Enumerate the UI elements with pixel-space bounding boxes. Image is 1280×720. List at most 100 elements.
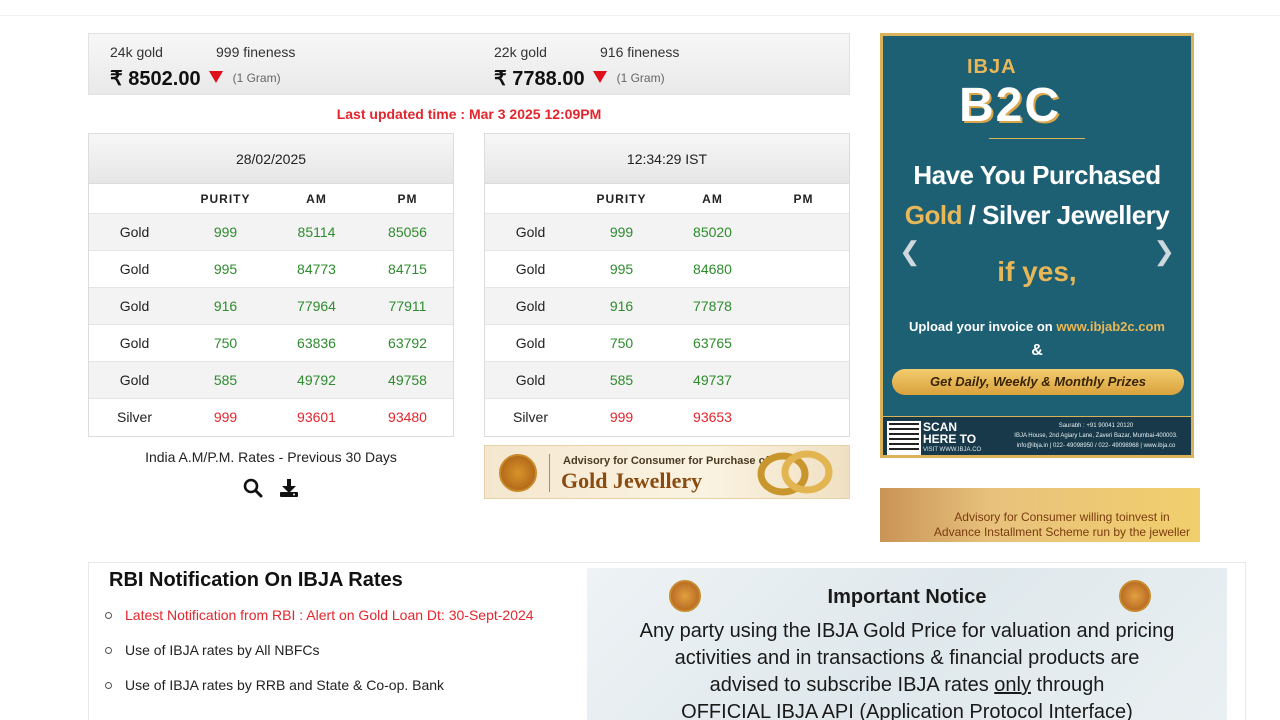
rate-table-previous: 28/02/2025 PURITY AM PM Gold 999 85114 8505… bbox=[88, 133, 454, 437]
table-row: Gold 750 63765 bbox=[485, 325, 849, 362]
cell-metal: Gold bbox=[515, 298, 546, 314]
carousel-prev-icon[interactable]: ❮ bbox=[899, 236, 921, 267]
price-22k: 22k gold 916 fineness ₹ 7788.00 (1 Gram) bbox=[494, 44, 679, 90]
column-pm: PM bbox=[793, 192, 814, 206]
ad-headline-2: Gold / Silver Jewellery bbox=[883, 200, 1191, 231]
rbi-item-gold-loan-alert[interactable]: Latest Notification from RBI : Alert on … bbox=[105, 607, 534, 642]
cell-am: 63765 bbox=[693, 335, 732, 351]
cell-metal: Gold bbox=[119, 335, 150, 351]
ad-scan-2: HERE TO bbox=[923, 432, 977, 446]
ad-headline-rest: / Silver Jewellery bbox=[961, 200, 1170, 230]
cell-am: 85020 bbox=[693, 224, 732, 240]
notice-body: Any party using the IBJA Gold Price for … bbox=[617, 618, 1197, 720]
notice-title: Important Notice bbox=[827, 586, 987, 608]
cell-purity: 585 bbox=[213, 372, 238, 388]
cell-pm bbox=[758, 325, 849, 361]
cell-metal: Gold bbox=[515, 335, 546, 351]
advisory-installment-banner[interactable]: Advisory for Consumer willing toinvest i… bbox=[880, 488, 1200, 542]
gold-rings-icon bbox=[749, 446, 839, 498]
price-down-icon bbox=[592, 71, 607, 83]
table-row: Gold 995 84680 bbox=[485, 251, 849, 288]
cell-metal: Silver bbox=[512, 409, 548, 425]
cell-metal: Gold bbox=[119, 372, 150, 388]
cell-pm bbox=[758, 214, 849, 250]
cell-pm bbox=[758, 251, 849, 287]
column-am: AM bbox=[306, 192, 327, 206]
cell-am: 84680 bbox=[693, 261, 732, 277]
notice-line4: OFFICIAL IBJA API (Application Protocol … bbox=[681, 701, 1133, 720]
table-column-headers: PURITY AM PM bbox=[485, 184, 849, 214]
cell-purity: 916 bbox=[609, 298, 634, 314]
table-time-header: 12:34:29 IST bbox=[485, 134, 849, 184]
cell-purity: 995 bbox=[213, 261, 238, 277]
table-row: Gold 916 77964 77911 bbox=[89, 288, 453, 325]
cell-pm bbox=[758, 288, 849, 324]
advisory-line1: Advisory for Consumer willing toinvest i… bbox=[954, 510, 1170, 524]
rbi-item-rrb-banks[interactable]: Use of IBJA rates by RRB and State & Co-… bbox=[105, 677, 534, 712]
cell-purity: 750 bbox=[213, 335, 238, 351]
ad-upload-url: www.ibjab2c.com bbox=[1056, 319, 1165, 334]
ad-upload-text: Upload your invoice on www.ibjab2c.com bbox=[883, 319, 1191, 334]
cell-pm bbox=[758, 362, 849, 398]
cell-am: 84773 bbox=[297, 261, 336, 277]
cell-am: 49737 bbox=[693, 372, 732, 388]
ibja-b2c-ad[interactable]: IBJA B2C Have You Purchased Gold / Silve… bbox=[880, 33, 1194, 458]
search-icon[interactable] bbox=[243, 478, 263, 498]
cell-purity: 585 bbox=[609, 372, 634, 388]
column-metal bbox=[89, 184, 180, 213]
price-unit: (1 Gram) bbox=[232, 71, 281, 85]
cell-am: 85114 bbox=[297, 224, 336, 240]
top-divider bbox=[0, 0, 1280, 16]
cell-am: 93653 bbox=[693, 409, 732, 425]
cell-metal: Gold bbox=[515, 261, 546, 277]
cell-am: 49792 bbox=[297, 372, 336, 388]
cell-purity: 999 bbox=[609, 224, 634, 240]
ibja-seal-icon bbox=[499, 454, 537, 492]
banner-divider bbox=[549, 454, 550, 492]
ad-headline-gold: Gold bbox=[904, 200, 963, 230]
notice-line3: advised to subscribe IBJA rates only thr… bbox=[617, 672, 1197, 699]
notice-line2: activities and in transactions & financi… bbox=[674, 647, 1140, 669]
cell-purity: 916 bbox=[213, 298, 238, 314]
important-notice-banner: Important Notice Any party using the IBJ… bbox=[587, 568, 1227, 720]
advisory-line1: Advisory for Consumer for Purchase of bbox=[563, 455, 769, 467]
rbi-title: RBI Notification On IBJA Rates bbox=[109, 569, 403, 591]
ad-logo-top: IBJA bbox=[967, 56, 1017, 78]
cell-pm bbox=[758, 399, 849, 436]
advisory-line2: Gold Jewellery bbox=[561, 468, 703, 493]
rbi-item-nbfcs[interactable]: Use of IBJA rates by All NBFCs bbox=[105, 642, 534, 677]
price-amount: ₹ 8502.00 bbox=[110, 68, 201, 90]
notice-line1: Any party using the IBJA Gold Price for … bbox=[639, 620, 1175, 642]
table-row: Silver 999 93601 93480 bbox=[89, 399, 453, 436]
ad-rule bbox=[989, 138, 1085, 139]
advisory-jewellery-banner[interactable]: Advisory for Consumer for Purchase of Go… bbox=[484, 445, 850, 499]
ad-prizes-pill: Get Daily, Weekly & Monthly Prizes bbox=[892, 369, 1184, 395]
table-rows: Gold 999 85114 85056 Gold 995 84773 84715 Gold… bbox=[89, 214, 453, 436]
table-row: Silver 999 93653 bbox=[485, 399, 849, 436]
table-row: Gold 585 49792 49758 bbox=[89, 362, 453, 399]
column-purity: PURITY bbox=[596, 192, 647, 206]
notice-line3-post: through bbox=[1030, 674, 1105, 696]
download-icon[interactable] bbox=[279, 478, 299, 498]
cell-purity: 999 bbox=[213, 224, 238, 240]
cell-metal: Silver bbox=[116, 409, 152, 425]
price-unit: (1 Gram) bbox=[616, 71, 665, 85]
table-date-header: 28/02/2025 bbox=[89, 134, 453, 184]
cell-pm: 84715 bbox=[388, 261, 427, 277]
cell-metal: Gold bbox=[119, 298, 150, 314]
cell-pm: 49758 bbox=[388, 372, 427, 388]
cell-am: 77964 bbox=[297, 298, 336, 314]
carousel-next-icon[interactable]: ❯ bbox=[1153, 236, 1175, 267]
ad-if-yes: if yes, bbox=[997, 256, 1077, 287]
price-value: ₹ 8502.00 (1 Gram) bbox=[110, 66, 281, 91]
ad-contact-3: info@ibja.in | 022- 49098950 / 022- 4909… bbox=[1016, 443, 1176, 449]
ad-footer: SCAN HERE TO VISIT WWW.IBJA.CO Saurabh : … bbox=[883, 416, 1191, 455]
cell-pm: 85056 bbox=[388, 224, 427, 240]
price-24k: 24k gold 999 fineness ₹ 8502.00 (1 Gram) bbox=[110, 44, 295, 90]
history-actions bbox=[243, 478, 299, 498]
previous-30-days-link[interactable]: India A.M/P.M. Rates - Previous 30 Days bbox=[88, 449, 454, 465]
table-row: Gold 999 85020 bbox=[485, 214, 849, 251]
fineness-label: 916 fineness bbox=[600, 44, 680, 60]
table-rows: Gold 999 85020 Gold 995 84680 Gold 916 77878 G… bbox=[485, 214, 849, 436]
ad-contact-2: IBJA House, 2nd Agiary Lane, Zaveri Baza… bbox=[1014, 433, 1178, 439]
